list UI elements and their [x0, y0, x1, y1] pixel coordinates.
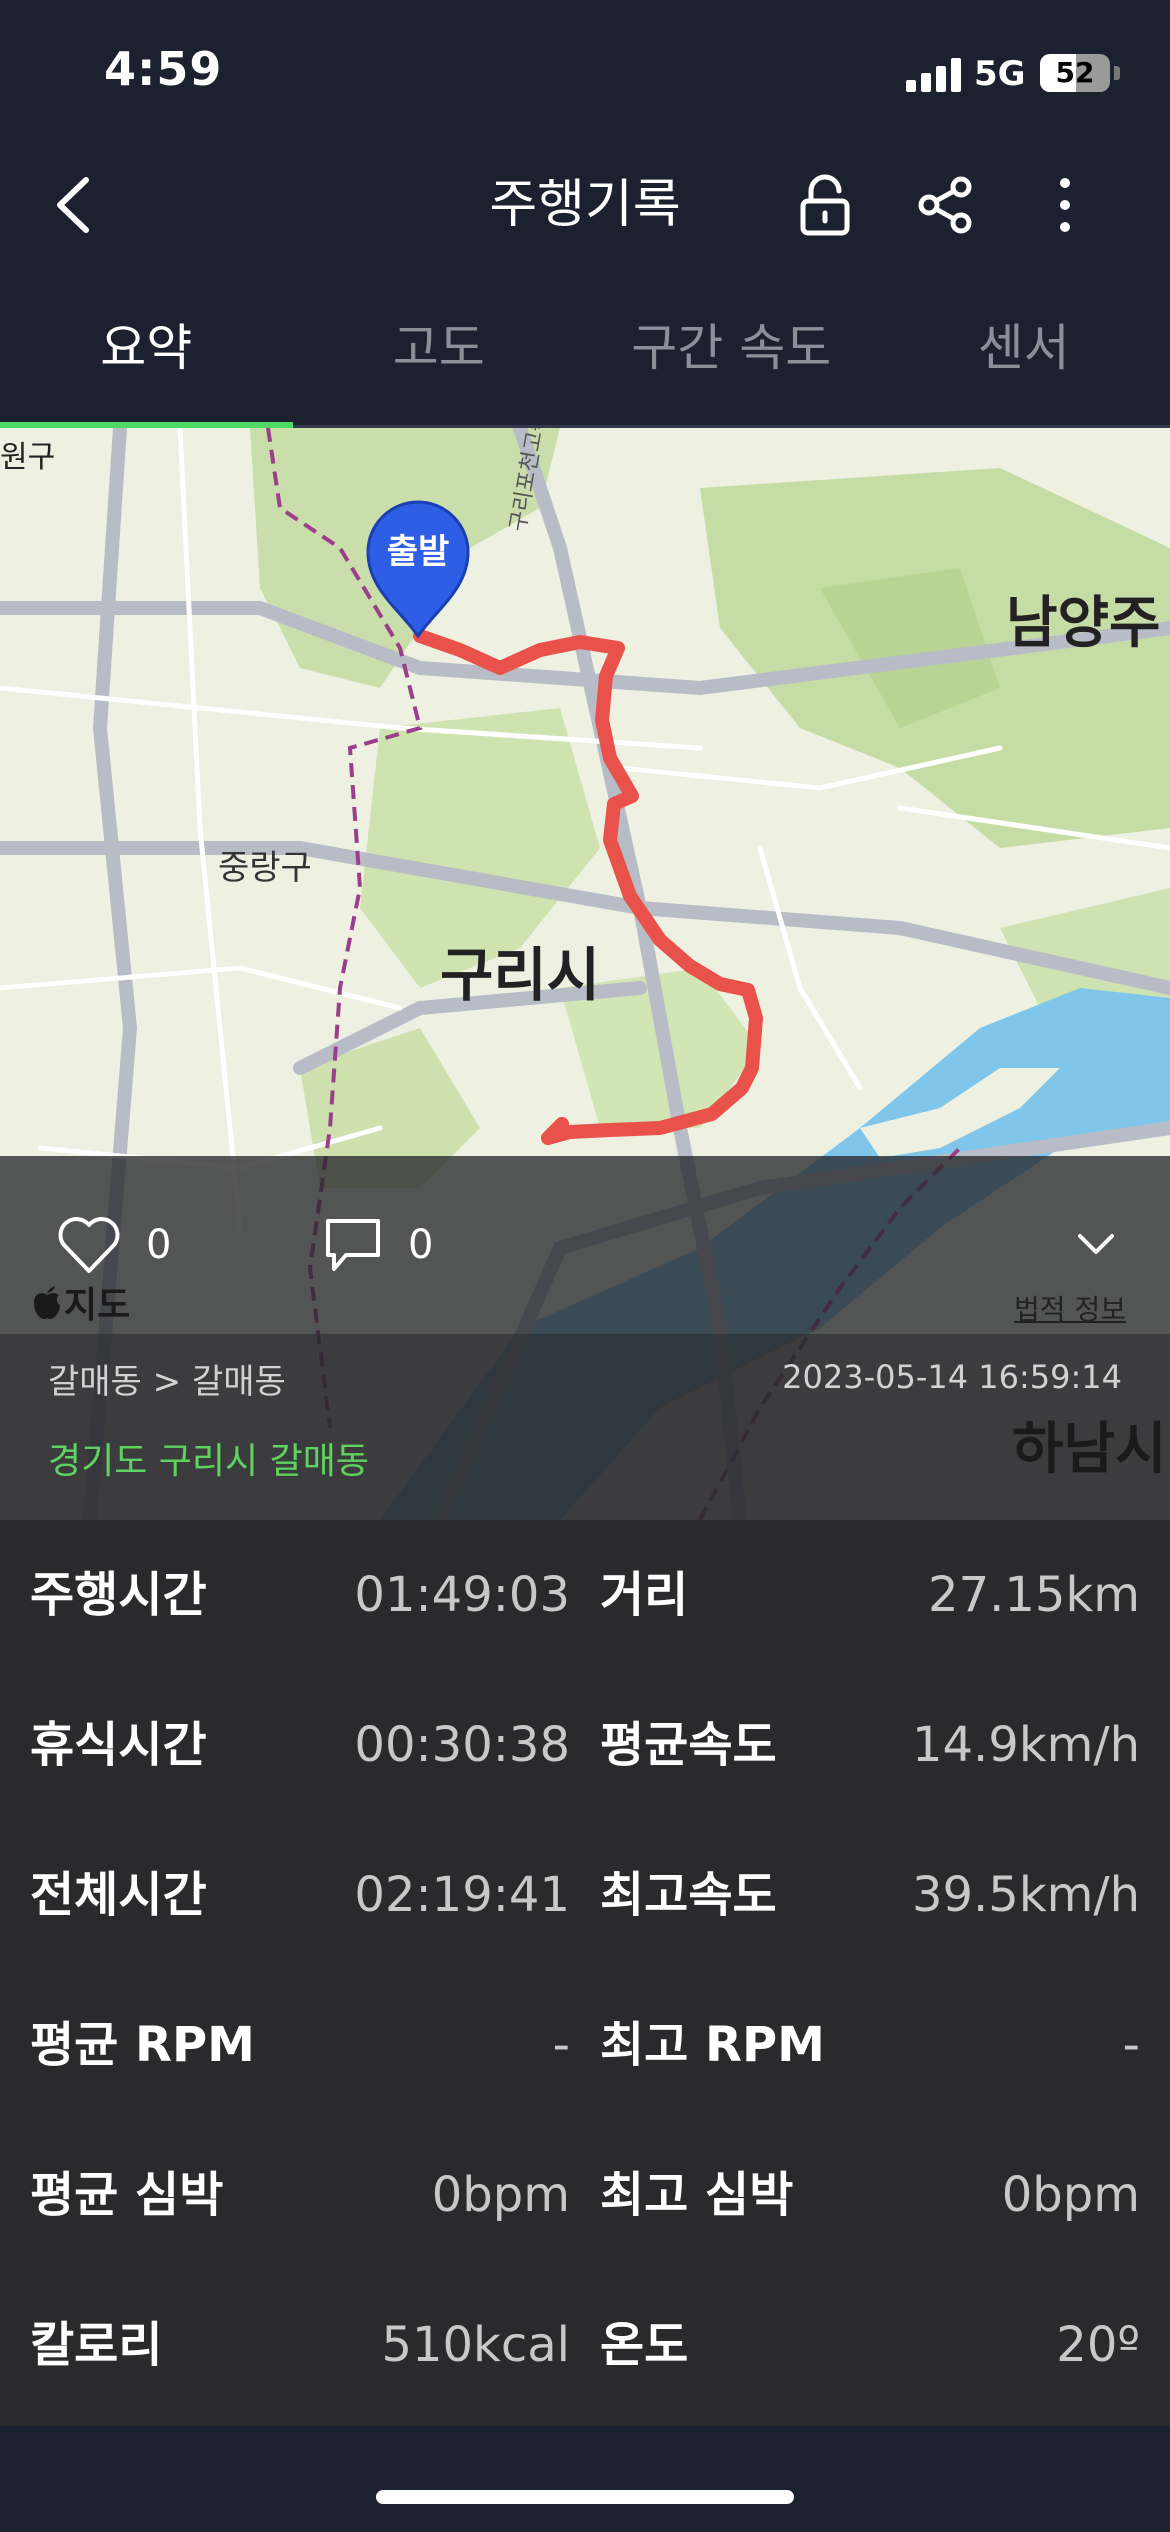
- stat-label: 주행시간: [30, 1567, 207, 1623]
- stat-label: 최고 RPM: [600, 2017, 825, 2073]
- stat-label: 최고속도: [600, 1867, 777, 1923]
- apple-logo-icon: [34, 1286, 60, 1319]
- battery-level: 52: [1055, 56, 1095, 89]
- stat-row: 칼로리 510kcal 온도 20º: [0, 2270, 1170, 2420]
- tab-bar: 요약 고도 구간 속도 센서: [0, 270, 1170, 428]
- page-title: 주행기록: [489, 175, 681, 235]
- network-type: 5G: [974, 54, 1026, 94]
- stat-value: 01:49:03: [354, 1567, 570, 1623]
- signal-icon: [906, 58, 962, 92]
- stat-label: 칼로리: [30, 2317, 163, 2373]
- stat-row: 평균 RPM - 최고 RPM -: [0, 1970, 1170, 2120]
- stat-value: 00:30:38: [354, 1717, 570, 1773]
- unlock-icon[interactable]: [790, 170, 860, 240]
- stat-label: 전체시간: [30, 1867, 207, 1923]
- tab-altitude[interactable]: 고도: [293, 270, 586, 425]
- start-marker-label: 출발: [386, 532, 450, 572]
- map-label: 남양주: [1006, 591, 1161, 656]
- chevron-down-icon[interactable]: [1072, 1224, 1120, 1264]
- map-label: 원구: [0, 440, 56, 475]
- stat-value: -: [552, 2017, 570, 2073]
- like-count: 0: [146, 1222, 172, 1268]
- comment-icon: [326, 1219, 380, 1271]
- like-button[interactable]: 0: [56, 1210, 171, 1280]
- map-label: 하남시: [1012, 1417, 1167, 1482]
- comment-button[interactable]: 0: [322, 1210, 433, 1280]
- more-vertical-icon[interactable]: [1030, 170, 1100, 240]
- home-area: [0, 2426, 1170, 2532]
- stat-row: 주행시간 01:49:03 거리 27.15km: [0, 1520, 1170, 1670]
- tab-section-speed[interactable]: 구간 속도: [585, 270, 878, 425]
- app-header: 주행기록: [0, 140, 1170, 270]
- share-icon[interactable]: [910, 170, 980, 240]
- battery-icon: 52: [1040, 54, 1110, 92]
- stat-label: 평균 심박: [30, 2167, 224, 2223]
- map-provider-label: 지도: [64, 1285, 131, 1326]
- tab-summary[interactable]: 요약: [0, 270, 293, 428]
- comment-count: 0: [408, 1222, 434, 1268]
- status-bar: 4:59 5G 52: [0, 0, 1170, 140]
- stat-label: 최고 심박: [600, 2167, 794, 2223]
- map-label: 구리시: [440, 941, 601, 1009]
- ride-stats: 주행시간 01:49:03 거리 27.15km 휴식시간 00:30:38 평…: [0, 1520, 1170, 2426]
- status-time: 4:59: [104, 42, 223, 96]
- home-indicator[interactable]: [376, 2490, 794, 2504]
- stat-value: 0bpm: [431, 2167, 570, 2223]
- route-name: 갈매동 > 갈매동: [48, 1362, 286, 1402]
- stat-value: 0bpm: [1001, 2167, 1140, 2223]
- stat-value: 27.15km: [928, 1567, 1140, 1623]
- stat-label: 평균속도: [600, 1717, 777, 1773]
- stat-label: 평균 RPM: [30, 2017, 255, 2073]
- map-label: 중랑구: [218, 848, 312, 888]
- ride-date: 2023-05-14 16:59:14: [782, 1358, 1122, 1396]
- stat-value: 510kcal: [381, 2317, 570, 2373]
- legal-info-link[interactable]: 법적 정보: [1014, 1288, 1126, 1328]
- stat-value: 20º: [1056, 2317, 1140, 2373]
- stat-label: 휴식시간: [30, 1717, 207, 1773]
- ride-location: 경기도 구리시 갈매동: [48, 1441, 369, 1482]
- stat-value: -: [1122, 2017, 1140, 2073]
- stat-label: 온도: [600, 2317, 689, 2373]
- stat-row: 휴식시간 00:30:38 평균속도 14.9km/h: [0, 1670, 1170, 1820]
- tab-sensor[interactable]: 센서: [878, 270, 1170, 425]
- stat-value: 02:19:41: [354, 1867, 570, 1923]
- stat-value: 39.5km/h: [911, 1867, 1140, 1923]
- stat-label: 거리: [600, 1567, 689, 1623]
- heart-icon: [58, 1217, 120, 1273]
- stat-row: 전체시간 02:19:41 최고속도 39.5km/h: [0, 1820, 1170, 1970]
- stat-value: 14.9km/h: [911, 1717, 1140, 1773]
- map-provider: 지도: [30, 1276, 130, 1328]
- stat-row: 평균 심박 0bpm 최고 심박 0bpm: [0, 2120, 1170, 2270]
